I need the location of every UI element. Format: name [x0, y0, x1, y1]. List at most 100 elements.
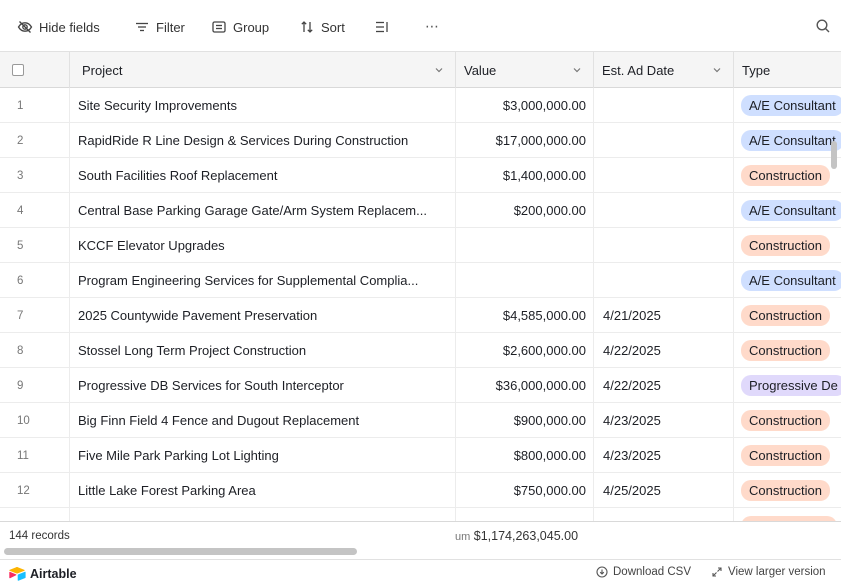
table-row[interactable]: 5 KCCF Elevator Upgrades Construction: [0, 228, 841, 263]
project-cell[interactable]: Progressive DB Services for South Interc…: [70, 368, 456, 403]
type-pill: Construction: [741, 235, 830, 256]
project-cell[interactable]: Big Finn Field 4 Fence and Dugout Replac…: [70, 403, 456, 438]
column-header-type[interactable]: Type: [734, 52, 841, 88]
download-csv-link[interactable]: Download CSV: [596, 566, 691, 578]
type-pill: Construction: [741, 410, 830, 431]
table-row[interactable]: 6 Program Engineering Services for Supple…: [0, 263, 841, 298]
type-cell[interactable]: A/E Consultant: [734, 88, 841, 123]
value-cell[interactable]: $17,000,000.00: [456, 123, 594, 158]
value-cell[interactable]: $3,000,000.00: [456, 88, 594, 123]
horizontal-scrollbar[interactable]: [4, 548, 357, 555]
filter-button[interactable]: Filter: [134, 17, 185, 37]
sum-label: um: [455, 531, 471, 543]
est-ad-date-cell[interactable]: [594, 123, 734, 158]
value-cell[interactable]: $900,000.00: [456, 403, 594, 438]
value-cell[interactable]: $2,600,000.00: [456, 333, 594, 368]
project-cell[interactable]: Site Security Improvements: [70, 88, 456, 123]
project-cell[interactable]: Program Engineering Services for Supplem…: [70, 263, 456, 298]
column-header-est-ad-date[interactable]: Est. Ad Date: [594, 52, 734, 88]
row-number: 2: [0, 123, 70, 158]
table-row[interactable]: 2 RapidRide R Line Design & Services Duri…: [0, 123, 841, 158]
type-cell[interactable]: A/E Consultant: [734, 263, 841, 298]
type-cell[interactable]: Construction: [734, 403, 841, 438]
type-cell[interactable]: Construction: [734, 298, 841, 333]
type-cell[interactable]: A/E Consultant: [734, 193, 841, 228]
value-cell[interactable]: $200,000.00: [456, 193, 594, 228]
project-cell[interactable]: KCCF Elevator Upgrades: [70, 228, 456, 263]
est-ad-date-cell[interactable]: 4/23/2025: [594, 403, 734, 438]
filter-icon: [136, 22, 148, 32]
table-row[interactable]: 9 Progressive DB Services for South Inter…: [0, 368, 841, 403]
table-row[interactable]: 1 Site Security Improvements $3,000,000.00…: [0, 88, 841, 123]
value-cell[interactable]: [456, 263, 594, 298]
value-cell[interactable]: $800,000.00: [456, 438, 594, 473]
value-cell[interactable]: $4,585,000.00: [456, 298, 594, 333]
column-header-project[interactable]: Project: [70, 52, 456, 88]
value-cell[interactable]: $36,000,000.00: [456, 368, 594, 403]
est-ad-date-cell[interactable]: 4/22/2025: [594, 368, 734, 403]
type-cell[interactable]: Construction: [734, 333, 841, 368]
est-ad-date-cell[interactable]: [594, 88, 734, 123]
select-all-cell[interactable]: [0, 52, 70, 88]
chevron-down-icon[interactable]: [433, 64, 445, 76]
est-ad-date-cell[interactable]: [594, 263, 734, 298]
project-cell[interactable]: Five Mile Park Parking Lot Lighting: [70, 438, 456, 473]
type-cell[interactable]: Construction: [734, 438, 841, 473]
est-ad-date-cell[interactable]: 4/21/2025: [594, 298, 734, 333]
type-pill: Progressive De: [741, 375, 841, 396]
type-cell[interactable]: A/E Consultant: [734, 123, 841, 158]
row-number: 3: [0, 158, 70, 193]
partial-row: [0, 507, 841, 521]
project-cell[interactable]: Stossel Long Term Project Construction: [70, 333, 456, 368]
row-height-icon: [376, 21, 388, 33]
table-row[interactable]: 11 Five Mile Park Parking Lot Lighting $80…: [0, 438, 841, 473]
est-ad-date-cell[interactable]: [594, 193, 734, 228]
value-cell[interactable]: $1,400,000.00: [456, 158, 594, 193]
row-number: 4: [0, 193, 70, 228]
est-ad-date-cell[interactable]: 4/25/2025: [594, 473, 734, 508]
type-cell[interactable]: Construction: [734, 228, 841, 263]
value-cell[interactable]: [456, 228, 594, 263]
table-row[interactable]: 10 Big Finn Field 4 Fence and Dugout Repl…: [0, 403, 841, 438]
search-icon[interactable]: [815, 18, 831, 34]
more-options-button[interactable]: ⋯: [425, 16, 439, 36]
eye-slash-icon: [17, 21, 33, 33]
value-cell[interactable]: $750,000.00: [456, 473, 594, 508]
chevron-down-icon[interactable]: [711, 64, 723, 76]
type-pill: Construction: [741, 165, 830, 186]
table-row[interactable]: 12 Little Lake Forest Parking Area $750,00…: [0, 473, 841, 508]
hide-fields-button[interactable]: Hide fields: [17, 17, 100, 37]
summary-bar: 144 records um $1,174,263,045.00: [0, 521, 841, 559]
row-number: 10: [0, 403, 70, 438]
table-row[interactable]: 3 South Facilities Roof Replacement $1,400…: [0, 158, 841, 193]
view-larger-link[interactable]: View larger version: [711, 566, 826, 578]
column-header-row: Project Value Est. Ad Date Type: [0, 52, 841, 88]
column-header-value[interactable]: Value: [456, 52, 594, 88]
est-ad-date-cell[interactable]: [594, 158, 734, 193]
type-cell[interactable]: Construction: [734, 158, 841, 193]
vertical-scrollbar[interactable]: [831, 141, 837, 169]
chevron-down-icon[interactable]: [571, 64, 583, 76]
est-ad-date-cell[interactable]: 4/23/2025: [594, 438, 734, 473]
type-cell[interactable]: Progressive De: [734, 368, 841, 403]
airtable-logo[interactable]: Airtable: [8, 566, 77, 581]
hide-fields-label: Hide fields: [39, 19, 100, 35]
select-all-checkbox[interactable]: [12, 64, 24, 76]
est-ad-date-cell[interactable]: [594, 228, 734, 263]
project-cell[interactable]: South Facilities Roof Replacement: [70, 158, 456, 193]
project-cell[interactable]: RapidRide R Line Design & Services Durin…: [70, 123, 456, 158]
project-cell[interactable]: Central Base Parking Garage Gate/Arm Sys…: [70, 193, 456, 228]
column-title-type: Type: [742, 62, 771, 78]
type-cell[interactable]: Construction: [734, 473, 841, 508]
sort-button[interactable]: Sort: [299, 17, 345, 37]
table-row[interactable]: 7 2025 Countywide Pavement Preservation $4…: [0, 298, 841, 333]
project-cell[interactable]: 2025 Countywide Pavement Preservation: [70, 298, 456, 333]
table-row[interactable]: 4 Central Base Parking Garage Gate/Arm Sy…: [0, 193, 841, 228]
est-ad-date-cell[interactable]: 4/22/2025: [594, 333, 734, 368]
type-pill: A/E Consultant: [741, 270, 841, 291]
table-row[interactable]: 8 Stossel Long Term Project Construction $…: [0, 333, 841, 368]
project-cell[interactable]: Little Lake Forest Parking Area: [70, 473, 456, 508]
value-sum[interactable]: um $1,174,263,045.00: [455, 529, 578, 543]
row-height-button[interactable]: [374, 17, 390, 37]
group-button[interactable]: Group: [211, 17, 269, 37]
